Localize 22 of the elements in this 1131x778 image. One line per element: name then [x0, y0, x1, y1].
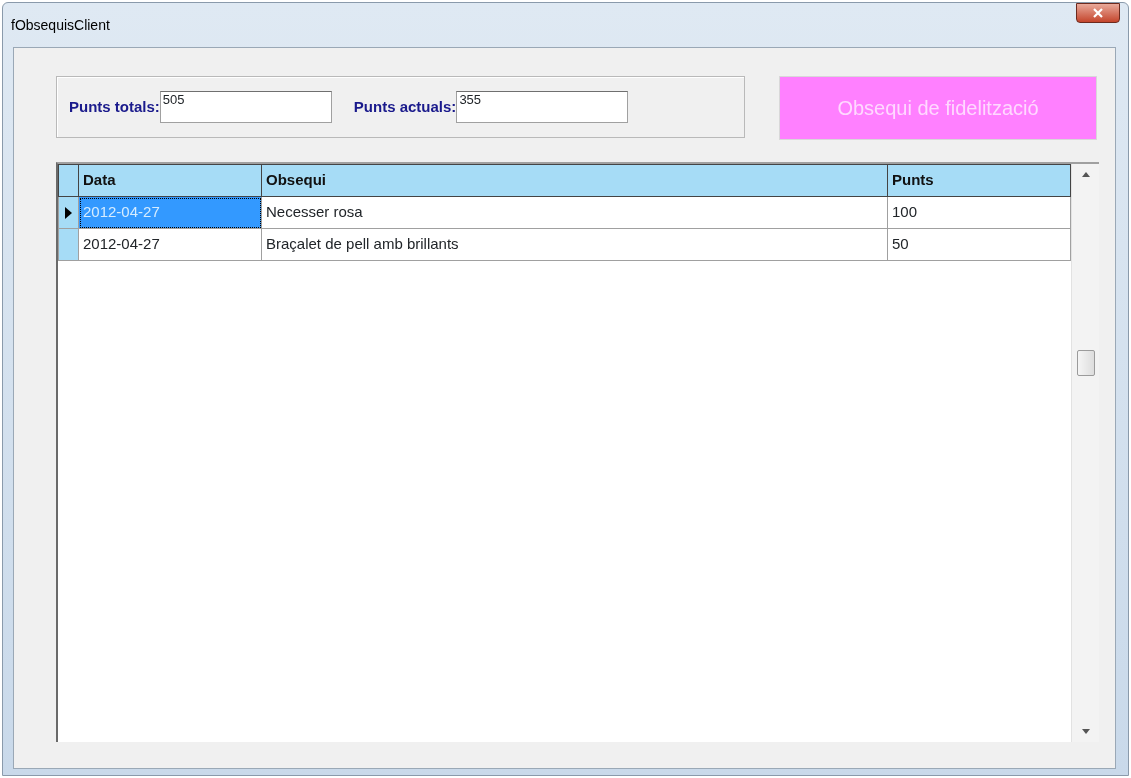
points-field[interactable]: 355	[456, 91, 629, 123]
row-header[interactable]	[58, 196, 79, 229]
points-label: Punts totals:	[69, 96, 160, 117]
close-icon	[1093, 8, 1103, 18]
table-cell: Braçalet de pell amb brillants	[261, 228, 888, 261]
table-cell: 2012-04-27	[78, 196, 262, 229]
window-title: fObsequisClient	[11, 15, 110, 35]
column-header[interactable]: Data	[78, 164, 262, 197]
table-cell: 2012-04-27	[78, 228, 262, 261]
scroll-up-icon[interactable]	[1081, 172, 1090, 177]
current-row-icon	[65, 206, 72, 219]
grid-corner	[58, 164, 79, 197]
table-cell: 100	[887, 196, 1071, 229]
scroll-thumb[interactable]	[1076, 350, 1095, 376]
points-label: Punts actuals:	[353, 96, 457, 117]
scroll-down-icon[interactable]	[1081, 729, 1090, 734]
points-field[interactable]: 505	[159, 91, 332, 123]
table-cell: 50	[887, 228, 1071, 261]
close-button[interactable]	[1076, 3, 1120, 23]
column-header[interactable]: Punts	[887, 164, 1071, 197]
column-header[interactable]: Obsequi	[261, 164, 888, 197]
table-cell: Necesser rosa	[261, 196, 888, 229]
